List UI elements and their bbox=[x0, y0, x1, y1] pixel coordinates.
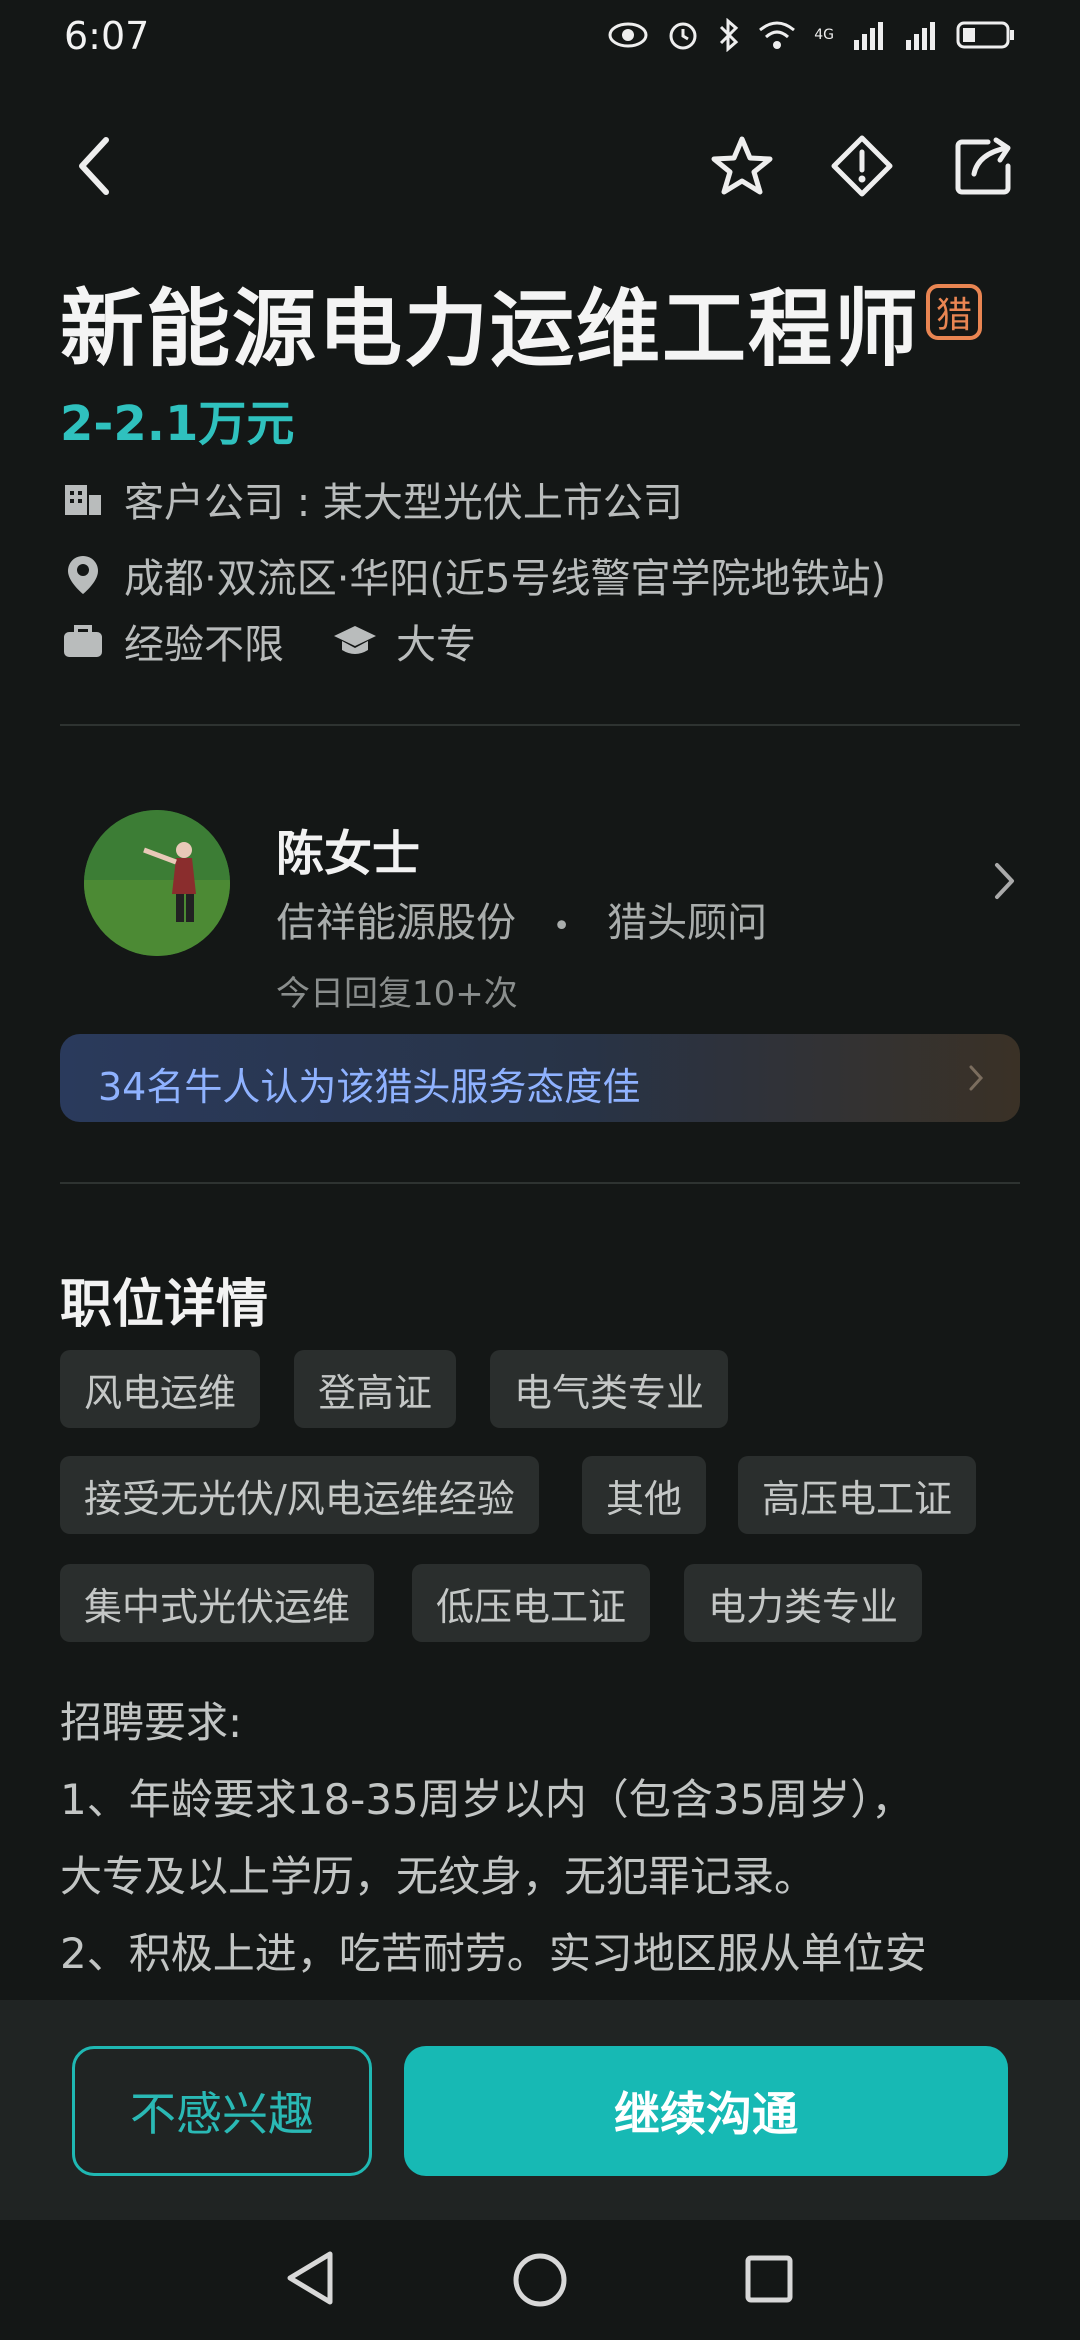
description-line: 招聘要求: bbox=[60, 1698, 243, 1747]
network-label: 4G bbox=[814, 27, 834, 43]
headhunter-badge: 猎 bbox=[926, 284, 982, 340]
nav-recents-icon[interactable] bbox=[744, 2254, 794, 2308]
favorite-button[interactable] bbox=[706, 130, 778, 202]
alarm-icon bbox=[669, 22, 697, 50]
status-time: 6:07 bbox=[64, 14, 150, 58]
job-description: 招聘要求: 1、年龄要求18-35周岁以内（包含35周岁）， 大专及以上学历，无… bbox=[60, 1684, 1020, 1992]
skill-tag: 风电运维 bbox=[60, 1350, 261, 1428]
client-company-row: 客户公司 : 某大型光伏上市公司 bbox=[60, 470, 683, 528]
recruiter-name: 陈女士 bbox=[276, 826, 421, 882]
recruiter-company: 佶祥能源股份 bbox=[276, 900, 516, 946]
briefcase-icon bbox=[60, 618, 106, 664]
client-company: 客户公司 : 某大型光伏上市公司 bbox=[124, 480, 683, 526]
wifi-icon bbox=[759, 21, 796, 49]
back-button[interactable] bbox=[58, 130, 130, 202]
salary: 2-2.1万元 bbox=[60, 396, 295, 452]
description-line: 2、积极上进，吃苦耐劳。实习地区服从单位安 bbox=[60, 1929, 927, 1978]
skill-tag: 高压电工证 bbox=[738, 1456, 977, 1534]
bluetooth-icon bbox=[720, 18, 739, 52]
recruiter-reply-rate: 今日回复10+次 bbox=[276, 974, 518, 1014]
divider bbox=[60, 1182, 1020, 1184]
recruiter-role: 猎头顾问 bbox=[607, 900, 768, 946]
chevron-right-icon[interactable] bbox=[994, 862, 1016, 904]
building-icon bbox=[60, 476, 106, 522]
nav-home-icon[interactable] bbox=[512, 2252, 568, 2312]
graduation-cap-icon bbox=[332, 618, 378, 664]
skill-tag: 低压电工证 bbox=[412, 1564, 651, 1642]
battery-icon bbox=[956, 21, 1014, 49]
avatar[interactable] bbox=[84, 810, 230, 956]
skill-tag: 电力类专业 bbox=[684, 1564, 923, 1642]
share-icon bbox=[955, 137, 1011, 195]
skill-tag: 电气类专业 bbox=[490, 1350, 729, 1428]
banner-chevron-icon bbox=[968, 1064, 984, 1096]
recruiter-company-row: 佶祥能源股份 • 猎头顾问 bbox=[276, 890, 767, 948]
signal-icon-2 bbox=[906, 22, 935, 50]
requirements-row: 经验不限 大专 bbox=[60, 612, 476, 670]
signal-icon bbox=[854, 22, 883, 50]
status-icons: 4G bbox=[608, 18, 1016, 52]
separator-dot: • bbox=[552, 909, 571, 944]
skill-tag: 集中式光伏运维 bbox=[60, 1564, 375, 1642]
banner-text: 34名牛人认为该猎头服务态度佳 bbox=[98, 1065, 641, 1109]
nav-back-icon[interactable] bbox=[284, 2250, 336, 2310]
skill-tag: 接受无光伏/风电运维经验 bbox=[60, 1456, 539, 1534]
job-title: 新能源电力运维工程师 bbox=[60, 280, 921, 378]
divider bbox=[60, 724, 1020, 726]
system-nav-bar bbox=[0, 2220, 1080, 2340]
location-row[interactable]: 成都·双流区·华阳(近5号线警官学院地铁站) bbox=[60, 546, 886, 604]
report-button[interactable] bbox=[826, 130, 898, 202]
experience: 经验不限 bbox=[124, 622, 284, 668]
location-pin-icon bbox=[60, 552, 106, 598]
education: 大专 bbox=[396, 622, 476, 668]
back-icon bbox=[79, 137, 109, 195]
star-icon bbox=[711, 136, 773, 195]
recruiter-praise-banner[interactable]: 34名牛人认为该猎头服务态度佳 bbox=[60, 1034, 1020, 1122]
skill-tag: 登高证 bbox=[294, 1350, 457, 1428]
not-interested-button[interactable]: 不感兴趣 bbox=[72, 2046, 372, 2176]
warning-icon bbox=[831, 135, 893, 197]
section-title: 职位详情 bbox=[60, 1275, 269, 1335]
description-line: 大专及以上学历，无纹身，无犯罪记录。 bbox=[60, 1852, 817, 1901]
location: 成都·双流区·华阳(近5号线警官学院地铁站) bbox=[124, 556, 887, 602]
eye-icon bbox=[608, 22, 648, 48]
share-button[interactable] bbox=[948, 130, 1020, 202]
continue-chat-button[interactable]: 继续沟通 bbox=[404, 2046, 1008, 2176]
description-line: 1、年龄要求18-35周岁以内（包含35周岁）， bbox=[60, 1775, 914, 1824]
skill-tag: 其他 bbox=[582, 1456, 707, 1534]
